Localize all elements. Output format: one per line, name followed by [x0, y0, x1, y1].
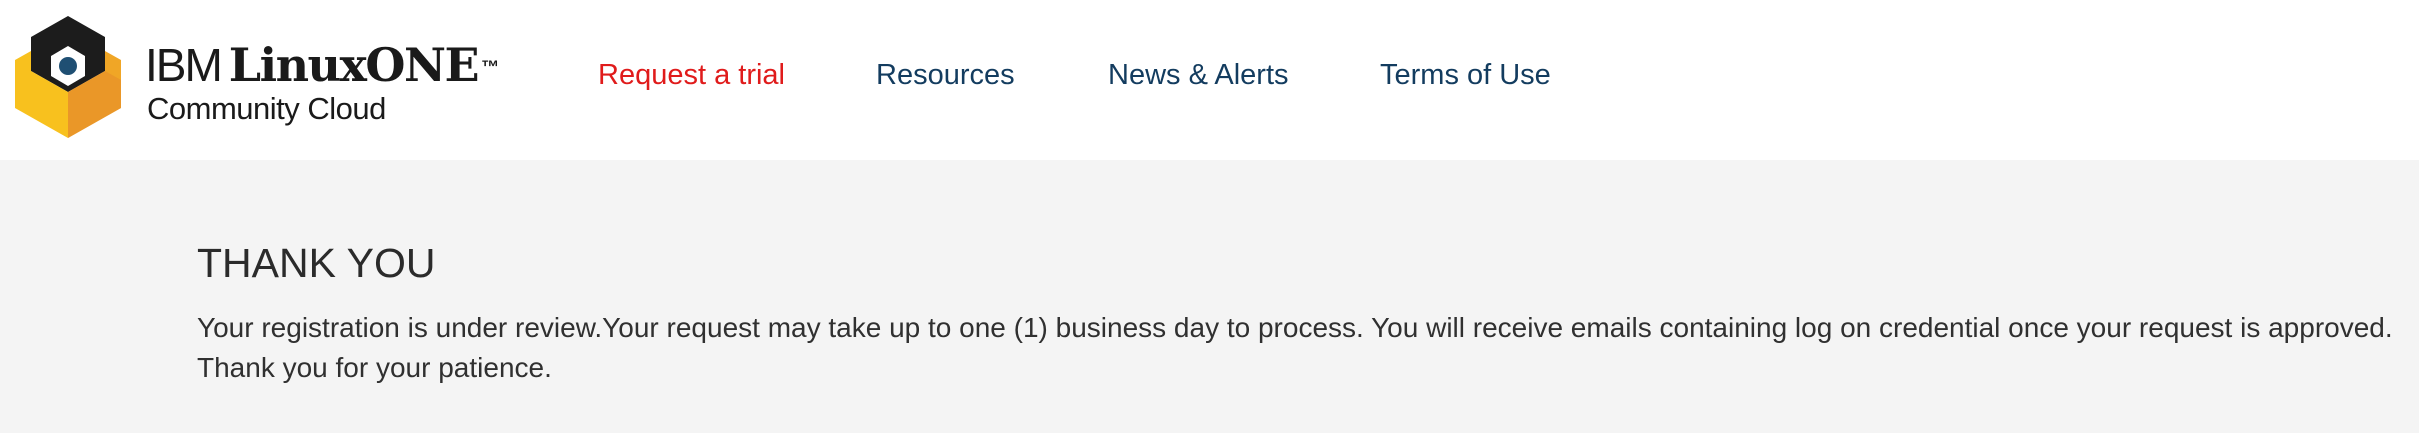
nav-link-news-alerts[interactable]: News & Alerts: [1108, 57, 1289, 93]
confirmation-message-line: Thank you for your patience.: [197, 352, 552, 383]
logo-brand-text: LinuxONE: [228, 38, 480, 92]
site-header: IBM LinuxONE ™ Community Cloud Request a t…: [0, 0, 2419, 160]
nav-link-request-trial[interactable]: Request a trial: [598, 57, 785, 93]
nav-link-terms-of-use[interactable]: Terms of Use: [1380, 57, 1551, 93]
nav-link-resources[interactable]: Resources: [876, 57, 1015, 93]
page-title: THANK YOU: [197, 240, 436, 286]
logo-wordmark: IBM LinuxONE ™: [145, 39, 499, 91]
confirmation-message-line: Your registration is under review.Your r…: [197, 312, 2393, 343]
logo-ibm-text: IBM: [145, 39, 223, 91]
logo-trademark: ™: [481, 57, 499, 77]
linuxone-logo[interactable]: IBM LinuxONE ™ Community Cloud: [15, 16, 499, 138]
logo-subtitle: Community Cloud: [147, 91, 386, 126]
linuxone-cube-icon: [15, 16, 121, 138]
main-content: THANK YOU Your registration is under rev…: [0, 160, 2419, 433]
confirmation-message: Your registration is under review.Your r…: [197, 308, 2412, 388]
